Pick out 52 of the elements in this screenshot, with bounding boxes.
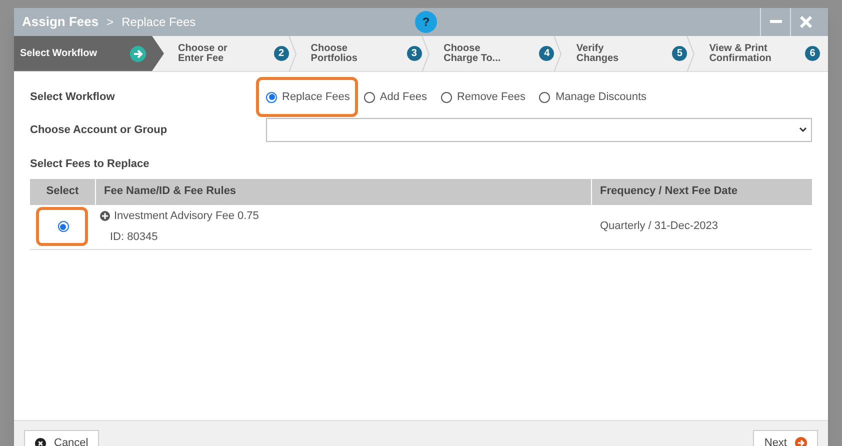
radio-label: Remove Fees bbox=[456, 90, 526, 105]
breadcrumb-separator: > bbox=[106, 14, 114, 31]
step-label: Choose Portfolios bbox=[310, 44, 358, 64]
window-title: Assign Fees bbox=[22, 13, 99, 32]
minimize-icon bbox=[770, 20, 782, 24]
step-number: 2 bbox=[274, 46, 289, 61]
chevron-divider bbox=[687, 36, 696, 72]
step-number: 6 bbox=[804, 46, 820, 61]
arrow-right-circle-icon bbox=[795, 437, 807, 446]
column-header: Fee Name/ID & Fee Rules bbox=[96, 178, 592, 204]
fee-frequency: Quarterly / 31-Dec-2023 bbox=[599, 219, 719, 234]
close-circle-icon bbox=[35, 438, 46, 446]
section-label: Select Fees to Replace bbox=[30, 157, 150, 172]
expand-icon[interactable] bbox=[100, 211, 110, 222]
radio-button[interactable] bbox=[266, 92, 277, 102]
radio-button[interactable] bbox=[440, 92, 452, 102]
chevron-divider bbox=[422, 36, 430, 72]
next-button[interactable]: Next bbox=[753, 430, 818, 446]
column-header: Select bbox=[30, 178, 96, 204]
step-label: Select Workflow bbox=[20, 48, 98, 58]
help-button[interactable]: ? bbox=[415, 11, 437, 33]
chevron-divider bbox=[554, 36, 562, 72]
radio-label: Manage Discounts bbox=[555, 90, 647, 105]
step-label: Verify Changes bbox=[576, 44, 619, 64]
step-label: Choose or Enter Fee bbox=[178, 44, 228, 64]
radio-button[interactable] bbox=[539, 92, 550, 102]
radio-button[interactable] bbox=[364, 92, 375, 102]
arrow-right-icon bbox=[130, 46, 146, 62]
radio-label: Replace Fees bbox=[282, 90, 350, 105]
step-label: Choose Charge To... bbox=[444, 44, 501, 64]
radio-label: Add Fees bbox=[380, 90, 427, 105]
workflow-step[interactable]: Choose or Enter Fee 2 bbox=[164, 36, 297, 71]
workflow-step[interactable]: Choose Portfolios 3 bbox=[296, 36, 430, 71]
field-label: Select Workflow bbox=[30, 90, 116, 105]
fee-name: Investment Advisory Fee 0.75 bbox=[114, 209, 259, 224]
step-label: View & Print Confirmation bbox=[709, 44, 772, 64]
workflow-step[interactable]: Verify Changes 5 bbox=[562, 36, 696, 71]
step-number: 3 bbox=[406, 46, 422, 61]
step-number: 5 bbox=[672, 46, 688, 61]
close-icon bbox=[800, 16, 812, 28]
cancel-button[interactable]: Cancel bbox=[24, 430, 100, 446]
fee-id: ID: 80345 bbox=[109, 230, 159, 244]
workflow-step[interactable]: Choose Charge To... 4 bbox=[430, 36, 562, 71]
window-subtitle: Replace Fees bbox=[122, 14, 196, 31]
step-number: 4 bbox=[539, 46, 554, 61]
chevron-divider bbox=[288, 36, 297, 72]
field-label: Choose Account or Group bbox=[30, 122, 168, 138]
workflow-step[interactable]: Select Workflow bbox=[14, 36, 164, 71]
chevron-down-icon bbox=[799, 127, 807, 133]
radio-button[interactable] bbox=[58, 221, 68, 232]
column-header: Frequency / Next Fee Date bbox=[599, 184, 739, 200]
workflow-step[interactable]: View & Print Confirmation 6 bbox=[695, 36, 828, 71]
